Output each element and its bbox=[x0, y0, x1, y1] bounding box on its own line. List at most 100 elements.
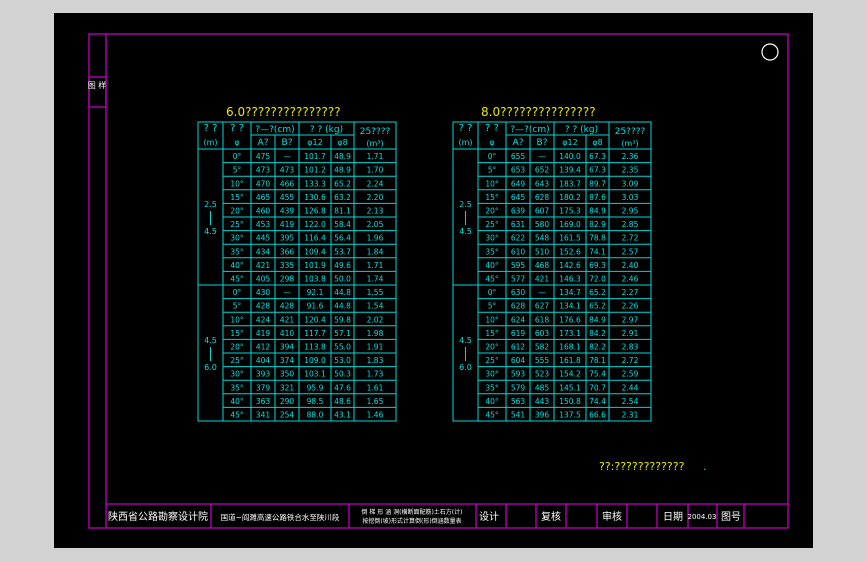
right_table-cell: 175.3 bbox=[559, 207, 581, 216]
right_table-cell: 2.46 bbox=[622, 275, 639, 284]
left_table-cell: 421 bbox=[280, 315, 295, 324]
right_table-cell: 548 bbox=[535, 234, 550, 243]
left_table-cell: 103.1 bbox=[304, 370, 326, 379]
left_table-cell: 81.1 bbox=[334, 207, 351, 216]
left_table-cell: 63.2 bbox=[334, 193, 351, 202]
right_table-header-h5: 25???? bbox=[615, 127, 646, 137]
right-quantity-table: 8.0??????????????? ? ? (m) ? ? φ ?—?(cm) A? B??… bbox=[452, 105, 652, 422]
right_table-cell: 653 bbox=[511, 166, 526, 175]
right_table-cell: 610 bbox=[511, 247, 526, 256]
left_table-cell: 254 bbox=[280, 411, 295, 420]
right_table-cell: 2.59 bbox=[622, 370, 639, 379]
left_table-cell: 35° bbox=[230, 383, 244, 392]
title-drawing-no-label: 图号 bbox=[721, 511, 741, 523]
right_table-header-h3b: B? bbox=[537, 138, 548, 148]
right_table-cell: 176.6 bbox=[559, 315, 581, 324]
right_table-cell: 2.72 bbox=[622, 234, 639, 243]
left_table-cell: 430 bbox=[256, 288, 271, 297]
right_table-cell: 20° bbox=[485, 343, 499, 352]
left_table-cell: 1.61 bbox=[367, 383, 384, 392]
right_table-cell: 134.1 bbox=[559, 302, 581, 311]
left_table-cell: 40° bbox=[230, 261, 244, 270]
right_table-cell: 15° bbox=[485, 193, 499, 202]
right_table-cell: 577 bbox=[511, 275, 526, 284]
left_table-cell: 5° bbox=[233, 302, 242, 311]
right_table-cell: 2.35 bbox=[622, 166, 639, 175]
right_table-cell: 2.72 bbox=[622, 356, 639, 365]
right_table-cell: 134.7 bbox=[559, 288, 581, 297]
left_table-cell: 410 bbox=[280, 329, 295, 338]
right_table-cell: 2.31 bbox=[622, 411, 639, 420]
right_table-cell: 622 bbox=[511, 234, 526, 243]
left_table-cell: 419 bbox=[256, 329, 271, 338]
right_table-cell: 631 bbox=[511, 220, 526, 229]
right_table-cell: 5° bbox=[488, 166, 497, 175]
right_table-cell: 2.44 bbox=[622, 383, 639, 392]
right_table-cell: 89.7 bbox=[589, 179, 606, 188]
right_table-title: 8.0??????????????? bbox=[481, 105, 596, 119]
right_table-group-1-bottom: 6.0 bbox=[459, 363, 472, 372]
left_table-cell: 335 bbox=[280, 261, 295, 270]
right_table-cell: 74.1 bbox=[589, 247, 606, 256]
left_table-cell: 126.8 bbox=[304, 207, 326, 216]
left_table-cell: 98.5 bbox=[307, 397, 324, 406]
right_table-cell: 643 bbox=[535, 179, 550, 188]
title-drawing-line2: 按挖倒(坡)形式计算倒(形)倒涵数量表 bbox=[362, 517, 461, 525]
right_table-cell: 627 bbox=[535, 302, 550, 311]
left_table-cell: 25° bbox=[230, 356, 244, 365]
left_table-cell: 428 bbox=[256, 302, 271, 311]
left_table-cell: 366 bbox=[280, 247, 295, 256]
left-quantity-table: 6.0??????????????? ? ? (m) ? ? φ ?—?(cm) A? B??… bbox=[197, 105, 397, 422]
right_table-cell: 612 bbox=[511, 343, 526, 352]
left_table-cell: 379 bbox=[256, 383, 271, 392]
left_table-cell: 117.7 bbox=[304, 329, 326, 338]
left_table-cell: 321 bbox=[280, 383, 295, 392]
left_table-cell: 2.24 bbox=[367, 179, 384, 188]
left_table-group-0-bottom: 4.5 bbox=[204, 227, 217, 236]
left_table-cell: 10° bbox=[230, 179, 244, 188]
left_table-header-h3: ?—?(cm) bbox=[255, 125, 294, 135]
right_table-cell: 468 bbox=[535, 261, 550, 270]
right_table-cell: 593 bbox=[511, 370, 526, 379]
right_table-cell: 618 bbox=[535, 315, 550, 324]
right_table-cell: 485 bbox=[535, 383, 550, 392]
right_table-cell: 10° bbox=[485, 179, 499, 188]
left_table-cell: 35° bbox=[230, 247, 244, 256]
left_table-cell: 405 bbox=[256, 275, 271, 284]
right_table-cell: 619 bbox=[511, 329, 526, 338]
left_table-cell: 109.0 bbox=[304, 356, 326, 365]
left_table-cell: 395 bbox=[280, 234, 295, 243]
right_table-cell: 2.91 bbox=[622, 329, 639, 338]
left_table-cell: 101.9 bbox=[304, 261, 326, 270]
left_table-cell: 120.4 bbox=[304, 315, 326, 324]
right_table-cell: 74.4 bbox=[589, 397, 606, 406]
left_table-cell: 393 bbox=[256, 370, 271, 379]
right_table-cell: 580 bbox=[535, 220, 550, 229]
left_table-cell: 453 bbox=[256, 220, 271, 229]
right_table-header-h4: ? ? (kg) bbox=[565, 125, 598, 135]
left_table-cell: 473 bbox=[280, 166, 295, 175]
left_table-cell: 1.55 bbox=[367, 288, 384, 297]
right_table-cell: 3.03 bbox=[622, 193, 639, 202]
left_table-group-1-top: 4.5 bbox=[204, 336, 217, 345]
left_table-cell: 44.8 bbox=[334, 288, 351, 297]
right_table-header-h1b: (m) bbox=[458, 138, 472, 147]
left_table-cell: 44.8 bbox=[334, 302, 351, 311]
right_table-cell: — bbox=[538, 152, 546, 161]
right_table-cell: 25° bbox=[485, 356, 499, 365]
right_table-cell: 0° bbox=[488, 152, 497, 161]
right_table-header-h3a: A? bbox=[513, 138, 524, 148]
right_table-header-h2b: φ bbox=[489, 138, 494, 147]
left_table-cell: 88.0 bbox=[307, 411, 324, 420]
right_table-cell: 510 bbox=[535, 247, 550, 256]
right_table-cell: 421 bbox=[535, 275, 550, 284]
right_table-cell: 2.57 bbox=[622, 247, 639, 256]
right_table-cell: — bbox=[538, 288, 546, 297]
left_table-cell: — bbox=[283, 152, 291, 161]
right_table-cell: 25° bbox=[485, 220, 499, 229]
right_table-cell: 30° bbox=[485, 234, 499, 243]
right_table-cell: 607 bbox=[535, 207, 550, 216]
left_table-cell: 421 bbox=[256, 261, 271, 270]
left_table-cell: 113.8 bbox=[304, 343, 326, 352]
left_table-cell: 473 bbox=[256, 166, 271, 175]
